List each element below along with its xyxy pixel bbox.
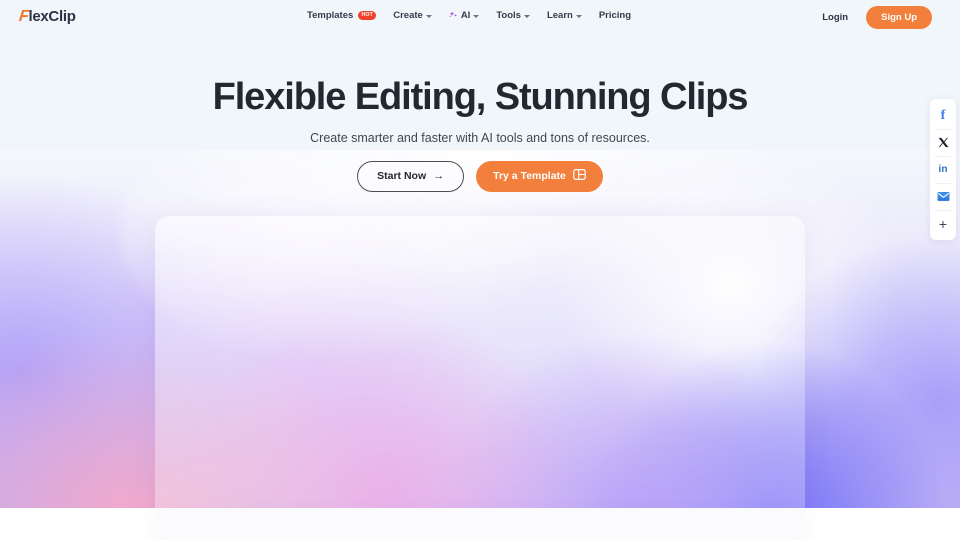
- nav-item-label: Tools: [496, 10, 521, 21]
- nav-item-label: Create: [393, 10, 423, 21]
- nav-item-label: Templates: [307, 10, 354, 21]
- nav-item-create[interactable]: Create: [393, 10, 432, 21]
- nav-item-ai[interactable]: AI: [449, 10, 480, 21]
- start-now-button[interactable]: Start Now →: [357, 160, 465, 192]
- nav-item-tools[interactable]: Tools: [496, 10, 530, 21]
- arrow-right-icon: →: [433, 169, 445, 182]
- hot-badge: HOT: [358, 11, 377, 20]
- linkedin-icon[interactable]: in: [930, 156, 956, 183]
- hero-section: Flexible Editing, Stunning Clips Create …: [0, 76, 960, 192]
- email-icon[interactable]: [930, 183, 956, 210]
- chevron-down-icon: [425, 15, 432, 18]
- page-title: Flexible Editing, Stunning Clips: [212, 76, 749, 118]
- nav-item-label: Pricing: [598, 10, 632, 21]
- chevron-down-icon: [575, 15, 582, 18]
- chevron-down-icon: [473, 15, 480, 18]
- facebook-f-glyph: f: [940, 107, 946, 123]
- nav-item-templates[interactable]: Templates HOT: [307, 10, 377, 21]
- logo-f-icon: F: [18, 8, 30, 25]
- nav-item-label: Learn: [546, 10, 573, 21]
- login-link[interactable]: Login: [822, 12, 848, 23]
- social-share-rail: f in +: [930, 99, 956, 240]
- hero-subtitle: Create smarter and faster with AI tools …: [310, 130, 650, 145]
- x-twitter-icon[interactable]: [930, 129, 956, 156]
- hero-preview-card[interactable]: [155, 216, 805, 540]
- nav-item-learn[interactable]: Learn: [547, 10, 582, 21]
- header-actions: Login Sign Up: [822, 6, 932, 29]
- nav-item-pricing[interactable]: Pricing: [599, 10, 631, 21]
- try-a-template-button[interactable]: Try a Template: [476, 160, 603, 192]
- facebook-icon[interactable]: f: [930, 102, 956, 129]
- nav-item-label: AI: [460, 10, 471, 21]
- preview-card-bottom-tail: [155, 508, 805, 540]
- template-layout-icon: [573, 168, 586, 184]
- try-a-template-label: Try a Template: [493, 170, 566, 183]
- brand-logo[interactable]: F lexClip: [18, 8, 76, 25]
- plus-glyph: +: [938, 215, 948, 232]
- logo-wordmark: lexClip: [28, 8, 76, 25]
- signup-button[interactable]: Sign Up: [866, 6, 932, 29]
- hero-cta-row: Start Now → Try a Template: [0, 160, 960, 192]
- sparkle-icon: [449, 11, 459, 21]
- chevron-down-icon: [523, 15, 530, 18]
- main-navigation: Templates HOT Create AI Tools Learn Pric…: [307, 10, 631, 21]
- start-now-label: Start Now: [377, 170, 427, 183]
- more-share-icon[interactable]: +: [930, 210, 956, 237]
- linkedin-in-glyph: in: [938, 163, 948, 175]
- site-header: F lexClip Templates HOT Create AI Tools …: [0, 0, 960, 35]
- page-root: F lexClip Templates HOT Create AI Tools …: [0, 0, 960, 540]
